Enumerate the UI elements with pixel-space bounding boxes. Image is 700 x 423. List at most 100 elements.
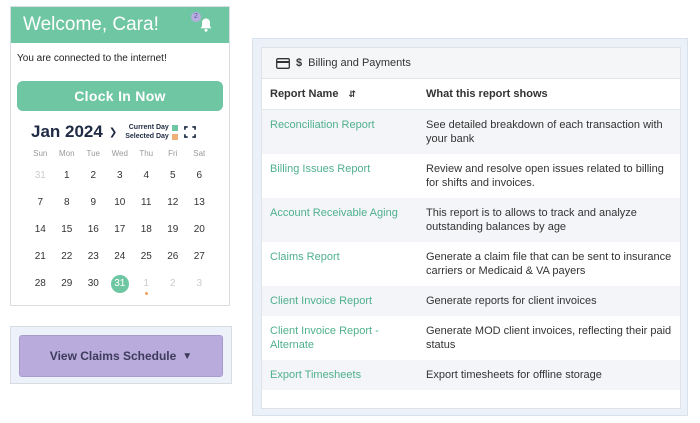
calendar-day[interactable]: 8 [54, 189, 81, 216]
calendar-day[interactable]: 20 [186, 216, 213, 243]
day-number: 2 [90, 170, 97, 181]
calendar-day[interactable]: 14 [27, 216, 54, 243]
calendar-day[interactable]: 24 [107, 243, 134, 270]
calendar-day[interactable]: 1 [54, 162, 81, 189]
col-description: What this report shows [418, 79, 680, 110]
calendar-day[interactable]: 28 [27, 270, 54, 297]
day-number: 5 [169, 170, 176, 181]
day-number: 3 [116, 170, 123, 181]
calendar-month: Jan 2024 [31, 122, 103, 141]
calendar-day[interactable]: 4 [133, 162, 160, 189]
clock-in-button[interactable]: Clock In Now [17, 81, 223, 111]
calendar-day-current[interactable]: 31 [107, 270, 134, 297]
day-number: 31 [34, 170, 46, 181]
credit-card-icon [276, 57, 290, 69]
current-day-swatch [171, 124, 178, 131]
sort-icon[interactable]: ⇵ [348, 89, 356, 99]
billing-header: $ Billing and Payments [262, 48, 680, 79]
calendar-day[interactable]: 26 [160, 243, 187, 270]
report-link[interactable]: Billing Issues Report [262, 154, 418, 198]
month-chevron-down-icon[interactable]: ❯ [109, 127, 117, 138]
calendar-day[interactable]: 2 [80, 162, 107, 189]
calendar-day[interactable]: 27 [186, 243, 213, 270]
day-number: 28 [34, 278, 46, 289]
report-description: See detailed breakdown of each transacti… [418, 109, 680, 154]
report-link[interactable]: Client Invoice Report - Alternate [262, 316, 418, 360]
notifications-button[interactable]: 2 [191, 12, 217, 36]
notification-badge: 2 [191, 12, 201, 22]
calendar-day[interactable]: 6 [186, 162, 213, 189]
day-number: 13 [193, 197, 205, 208]
calendar-day[interactable]: 3 [107, 162, 134, 189]
calendar-day[interactable]: 3 [186, 270, 213, 297]
calendar-day[interactable]: 11 [133, 189, 160, 216]
legend-selected-label: Selected Day [125, 133, 169, 140]
day-number: 10 [114, 197, 126, 208]
table-header-row: Report Name ⇵ What this report shows [262, 79, 680, 110]
calendar-day[interactable]: 23 [80, 243, 107, 270]
calendar-day[interactable]: 22 [54, 243, 81, 270]
legend-current-label: Current Day [128, 124, 169, 131]
expand-icon[interactable] [183, 126, 196, 138]
report-description: Generate a claim file that can be sent t… [426, 251, 672, 277]
day-number: 16 [87, 224, 99, 235]
report-link[interactable]: Claims Report [262, 242, 418, 286]
event-dot [144, 292, 148, 295]
day-number: 7 [37, 197, 44, 208]
report-link[interactable]: Export Timesheets [262, 360, 418, 390]
calendar-day[interactable]: 18 [133, 216, 160, 243]
billing-card: $ Billing and Payments Report Name ⇵ What… [261, 47, 681, 409]
day-number: 27 [193, 251, 205, 262]
day-number: 29 [61, 278, 73, 289]
day-number: 3 [196, 278, 203, 289]
selected-day-swatch [171, 133, 178, 140]
calendar-day[interactable]: 13 [186, 189, 213, 216]
calendar-day[interactable]: 7 [27, 189, 54, 216]
day-number: 4 [143, 170, 150, 181]
calendar-day[interactable]: 19 [160, 216, 187, 243]
day-number: 15 [61, 224, 73, 235]
weekday-row: Sun Mon Tue Wed Thu Fri Sat [27, 149, 229, 158]
calendar-day[interactable]: 17 [107, 216, 134, 243]
calendar-day[interactable]: 29 [54, 270, 81, 297]
table-row: Claims Report Generate a claim file that … [262, 242, 680, 286]
day-number: 6 [196, 170, 203, 181]
table-row: Account Receivable Aging This report is t… [262, 198, 680, 242]
table-row: Reconciliation Report See detailed breakd… [262, 109, 680, 154]
table-row: Client Invoice Report Generate reports fo… [262, 286, 680, 316]
calendar-day[interactable]: 21 [27, 243, 54, 270]
calendar-legend: Current Day Selected Day [125, 123, 178, 141]
calendar-day[interactable]: 5 [160, 162, 187, 189]
calendar-day[interactable]: 15 [54, 216, 81, 243]
calendar-day[interactable]: 10 [107, 189, 134, 216]
calendar-day[interactable]: 16 [80, 216, 107, 243]
day-number: 17 [114, 224, 126, 235]
calendar-day[interactable]: 12 [160, 189, 187, 216]
weekday-label: Thu [139, 149, 154, 158]
day-number: 31 [110, 274, 129, 293]
report-link[interactable]: Client Invoice Report [262, 286, 418, 316]
table-row: Export Timesheets Export timesheets for o… [262, 360, 680, 390]
calendar-day[interactable]: 9 [80, 189, 107, 216]
col-report-name[interactable]: Report Name ⇵ [262, 79, 418, 110]
calendar-day[interactable]: 30 [80, 270, 107, 297]
day-number: 1 [63, 170, 70, 181]
report-description: This report is to allows to track and an… [418, 198, 680, 242]
report-link[interactable]: Reconciliation Report [262, 109, 418, 154]
chevron-down-icon: ▼ [182, 350, 193, 362]
report-description: Export timesheets for offline storage [418, 360, 680, 390]
billing-title: Billing and Payments [308, 57, 411, 69]
calendar-day[interactable]: 2 [160, 270, 187, 297]
day-number: 23 [87, 251, 99, 262]
calendar-day[interactable]: 31 [27, 162, 54, 189]
day-number: 8 [63, 197, 70, 208]
weekday-label: Sun [33, 149, 48, 158]
connection-status: You are connected to the internet! [17, 53, 167, 64]
table-row: Billing Issues Report Review and resolve … [262, 154, 680, 198]
report-link[interactable]: Account Receivable Aging [262, 198, 418, 242]
calendar-day[interactable]: 1 [133, 270, 160, 297]
day-number: 30 [87, 278, 99, 289]
calendar-day[interactable]: 25 [133, 243, 160, 270]
day-number: 24 [114, 251, 126, 262]
view-claims-schedule-button[interactable]: View Claims Schedule ▼ [19, 335, 223, 377]
